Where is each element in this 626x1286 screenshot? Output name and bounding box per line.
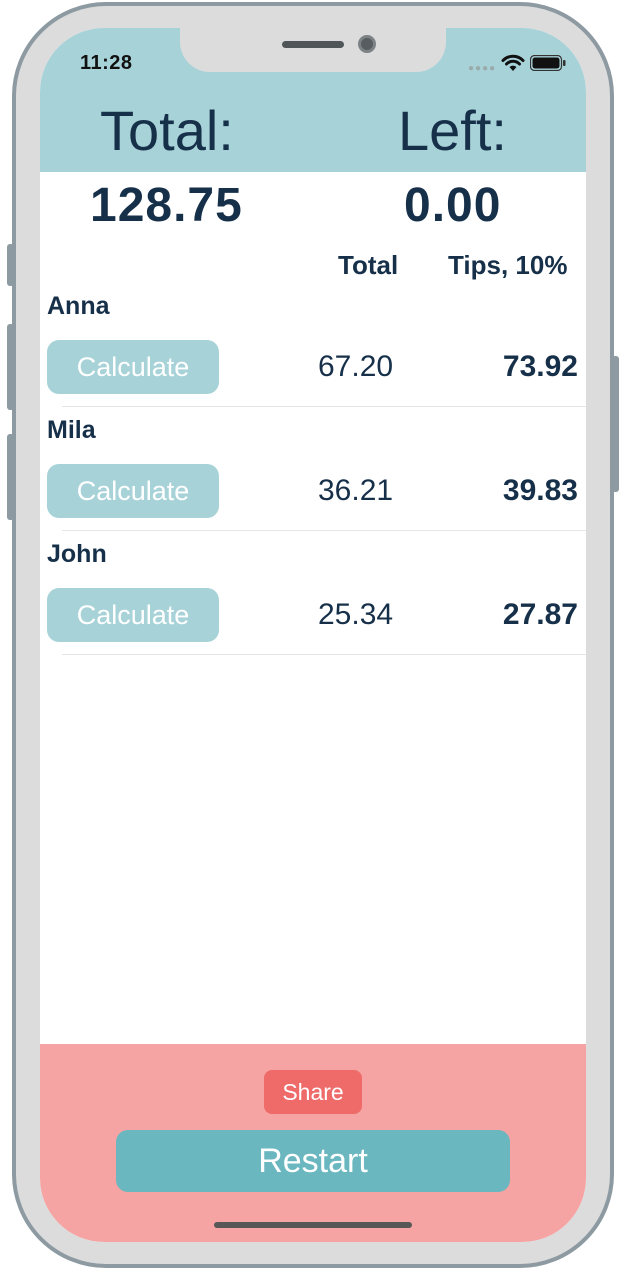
home-indicator[interactable] [214,1222,412,1228]
footer-bar: Share Restart [40,1044,586,1242]
status-icons: ●●●● [468,54,568,74]
volume-down-button [7,434,14,520]
person-name: John [47,540,107,568]
total-heading: Total: [100,99,234,162]
person-total-with-tips: 39.83 [502,474,578,507]
person-total: 36.21 [318,474,394,507]
calculate-button[interactable]: Calculate [47,588,219,642]
column-header-tips: Tips, 10% [448,250,568,280]
device-notch [180,28,446,72]
power-button [612,356,619,492]
calculate-button[interactable]: Calculate [47,464,219,518]
person-name: Anna [47,292,110,320]
left-heading: Left: [398,99,507,162]
battery-icon [530,55,566,71]
camera-icon [358,35,376,53]
restart-button[interactable]: Restart [116,1130,510,1192]
person-row: Anna Calculate 67.20 73.92 [40,292,586,416]
calculate-button[interactable]: Calculate [47,340,219,394]
speaker-grille [282,41,344,48]
person-name: Mila [47,416,96,444]
volume-up-button [7,324,14,410]
app-screen: 11:28 ●●●● Total: Left: 128.75 0.00 Tota… [40,28,586,1242]
total-amount: 128.75 [90,179,243,232]
row-divider [62,654,586,655]
signal-dots-icon: ●●●● [468,63,497,74]
left-amount: 0.00 [404,179,502,232]
column-header-total: Total [338,250,399,280]
row-divider [62,406,586,407]
person-row: John Calculate 25.34 27.87 [40,540,586,664]
person-row: Mila Calculate 36.21 39.83 [40,416,586,540]
person-total: 25.34 [318,598,394,631]
status-time: 11:28 [80,52,133,74]
wifi-icon [501,54,525,71]
row-divider [62,530,586,531]
silent-switch [7,244,14,286]
person-total-with-tips: 27.87 [502,598,578,631]
person-total-with-tips: 73.92 [502,350,578,383]
share-button[interactable]: Share [264,1070,362,1114]
person-total: 67.20 [318,350,394,383]
